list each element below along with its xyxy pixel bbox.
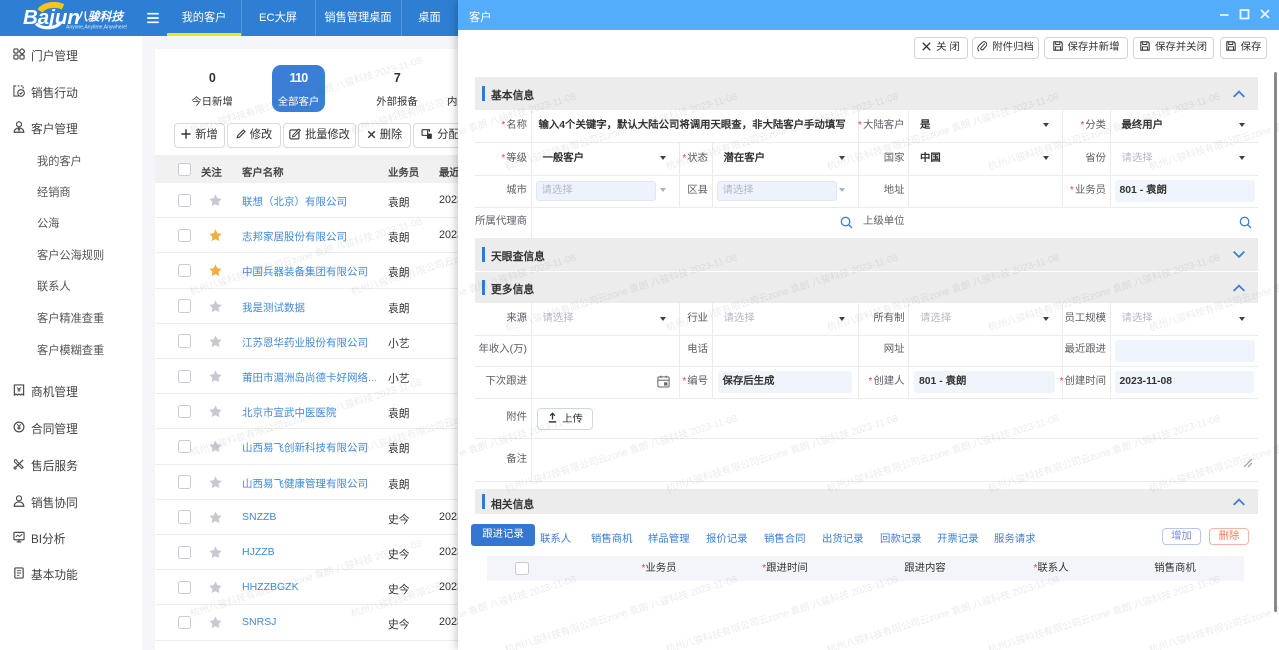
svg-text:Anyone,Anytime,Anywhere!: Anyone,Anytime,Anywhere! (66, 25, 127, 31)
svg-text:八骏科技: 八骏科技 (75, 10, 125, 24)
